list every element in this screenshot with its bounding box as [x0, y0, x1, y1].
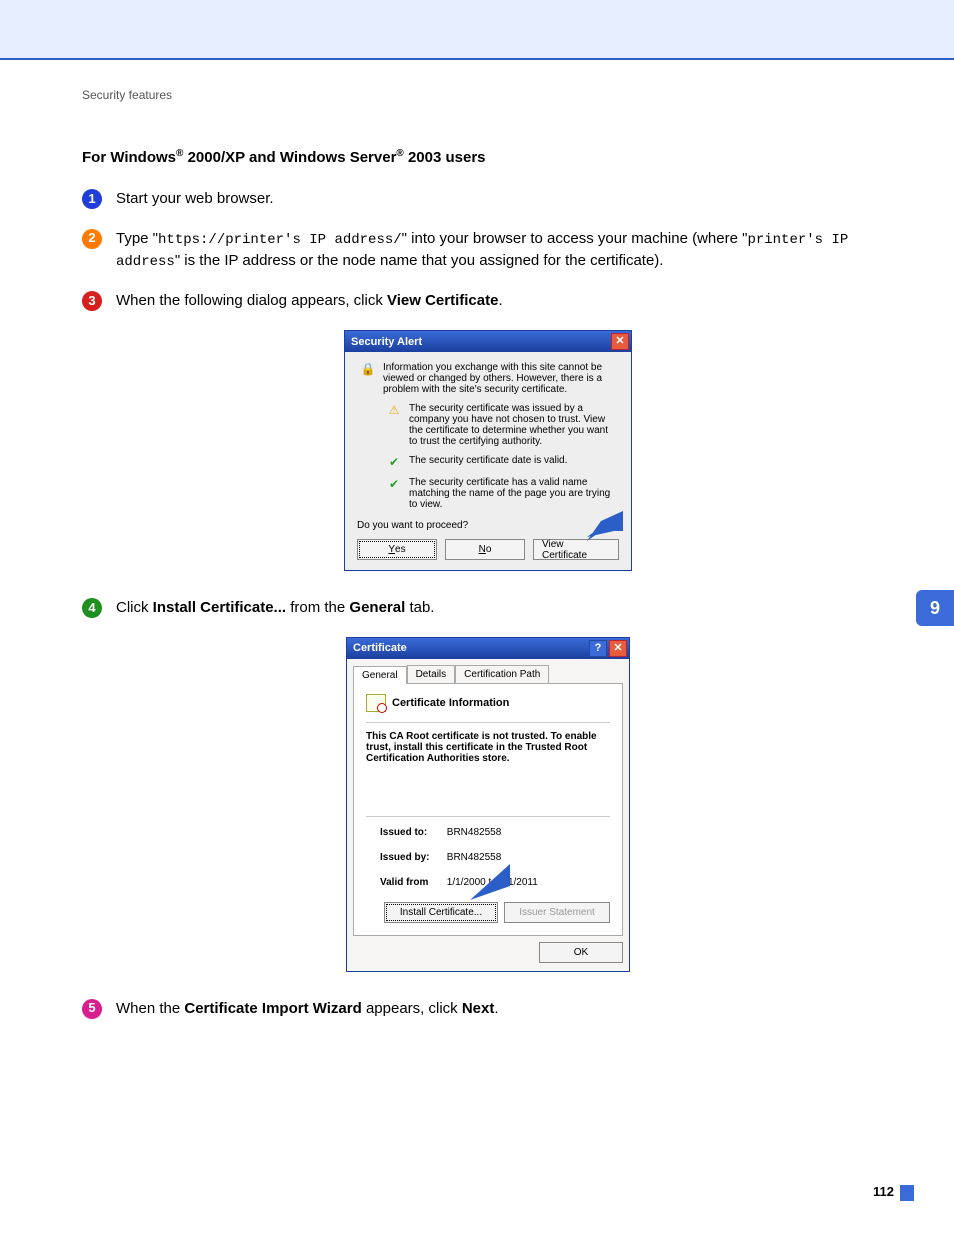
- valid-from-label: Valid from: [380, 877, 444, 888]
- step-2-text: Type "https://printer's IP address/" int…: [116, 228, 894, 273]
- heading-part: 2003 users: [404, 149, 486, 166]
- check-ok-icon: ✔: [383, 477, 405, 491]
- check-ok-icon: ✔: [383, 455, 405, 469]
- callout-arrow-icon: [470, 864, 510, 900]
- close-icon[interactable]: ✕: [611, 333, 629, 350]
- warning-icon: ⚠: [383, 403, 405, 417]
- step-5-text: When the Certificate Import Wizard appea…: [116, 998, 499, 1020]
- dialog-title: Certificate: [353, 642, 407, 654]
- close-icon[interactable]: ✕: [609, 640, 627, 657]
- text: " into your browser to access your machi…: [402, 230, 748, 247]
- issued-to-label: Issued to:: [380, 827, 444, 838]
- issuer-statement-button[interactable]: Issuer Statement: [504, 902, 610, 923]
- yes-button[interactable]: Yes: [357, 539, 437, 560]
- issued-by-value: BRN482558: [447, 852, 501, 863]
- text: When the: [116, 1000, 184, 1017]
- step-4-text: Click Install Certificate... from the Ge…: [116, 597, 434, 619]
- heading-part: For Windows: [82, 149, 176, 166]
- alert-ok2-text: The security certificate has a valid nam…: [409, 477, 619, 510]
- ok-button[interactable]: OK: [539, 942, 623, 963]
- step-badge-3: 3: [82, 291, 102, 311]
- dialog-titlebar: Certificate ? ✕: [347, 638, 629, 659]
- text: Click: [116, 599, 153, 616]
- tab-details[interactable]: Details: [407, 665, 456, 683]
- proceed-question: Do you want to proceed?: [357, 520, 619, 531]
- tab-certification-path[interactable]: Certification Path: [455, 665, 549, 683]
- dialog-title: Security Alert: [351, 336, 422, 348]
- issued-by-label: Issued by:: [380, 852, 444, 863]
- tab-general[interactable]: General: [353, 666, 407, 684]
- help-icon[interactable]: ?: [589, 640, 607, 657]
- text: from the: [286, 599, 349, 616]
- no-button[interactable]: No: [445, 539, 525, 560]
- alert-warning-text: The security certificate was issued by a…: [409, 403, 619, 447]
- text: .: [498, 292, 502, 309]
- bold-label: Certificate Import Wizard: [184, 1000, 361, 1017]
- registered-mark: ®: [396, 148, 403, 159]
- certificate-dialog: Certificate ? ✕ General Details Certific…: [346, 637, 630, 972]
- view-certificate-button[interactable]: View Certificate: [533, 539, 619, 560]
- breadcrumb: Security features: [82, 88, 894, 102]
- bold-label: Next: [462, 1000, 495, 1017]
- install-certificate-button[interactable]: Install Certificate...: [384, 902, 498, 923]
- page-number-accent: [900, 1185, 914, 1201]
- alert-intro-text: Information you exchange with this site …: [383, 362, 619, 395]
- bold-label: General: [349, 599, 405, 616]
- certificate-warning-icon: [366, 694, 386, 712]
- certificate-info-heading: Certificate Information: [392, 697, 509, 709]
- text: tab.: [405, 599, 434, 616]
- alert-ok1-text: The security certificate date is valid.: [409, 455, 619, 466]
- text: When the following dialog appears, click: [116, 292, 387, 309]
- step-3-text: When the following dialog appears, click…: [116, 290, 503, 312]
- step-badge-5: 5: [82, 999, 102, 1019]
- bold-label: Install Certificate...: [153, 599, 286, 616]
- certificate-trust-message: This CA Root certificate is not trusted.…: [366, 731, 610, 764]
- security-alert-dialog: Security Alert ✕ 🔒 Information you excha…: [344, 330, 632, 571]
- text: appears, click: [362, 1000, 462, 1017]
- text: .: [494, 1000, 498, 1017]
- top-header-band: [0, 0, 954, 60]
- lock-warning-icon: 🔒: [357, 362, 379, 376]
- step-badge-2: 2: [82, 229, 102, 249]
- code-url: https://printer's IP address/: [158, 232, 402, 248]
- text: Type ": [116, 230, 158, 247]
- section-heading: For Windows® 2000/XP and Windows Server®…: [82, 148, 894, 166]
- bold-label: View Certificate: [387, 292, 498, 309]
- heading-part: 2000/XP and Windows Server: [183, 149, 396, 166]
- issued-to-value: BRN482558: [447, 827, 501, 838]
- chapter-side-tab: 9: [916, 590, 954, 626]
- page-number: 112: [873, 1184, 894, 1199]
- dialog-titlebar: Security Alert ✕: [345, 331, 631, 352]
- step-badge-1: 1: [82, 189, 102, 209]
- callout-arrow-icon: [587, 511, 623, 541]
- text: " is the IP address or the node name tha…: [175, 252, 664, 269]
- step-badge-4: 4: [82, 598, 102, 618]
- step-1-text: Start your web browser.: [116, 188, 274, 210]
